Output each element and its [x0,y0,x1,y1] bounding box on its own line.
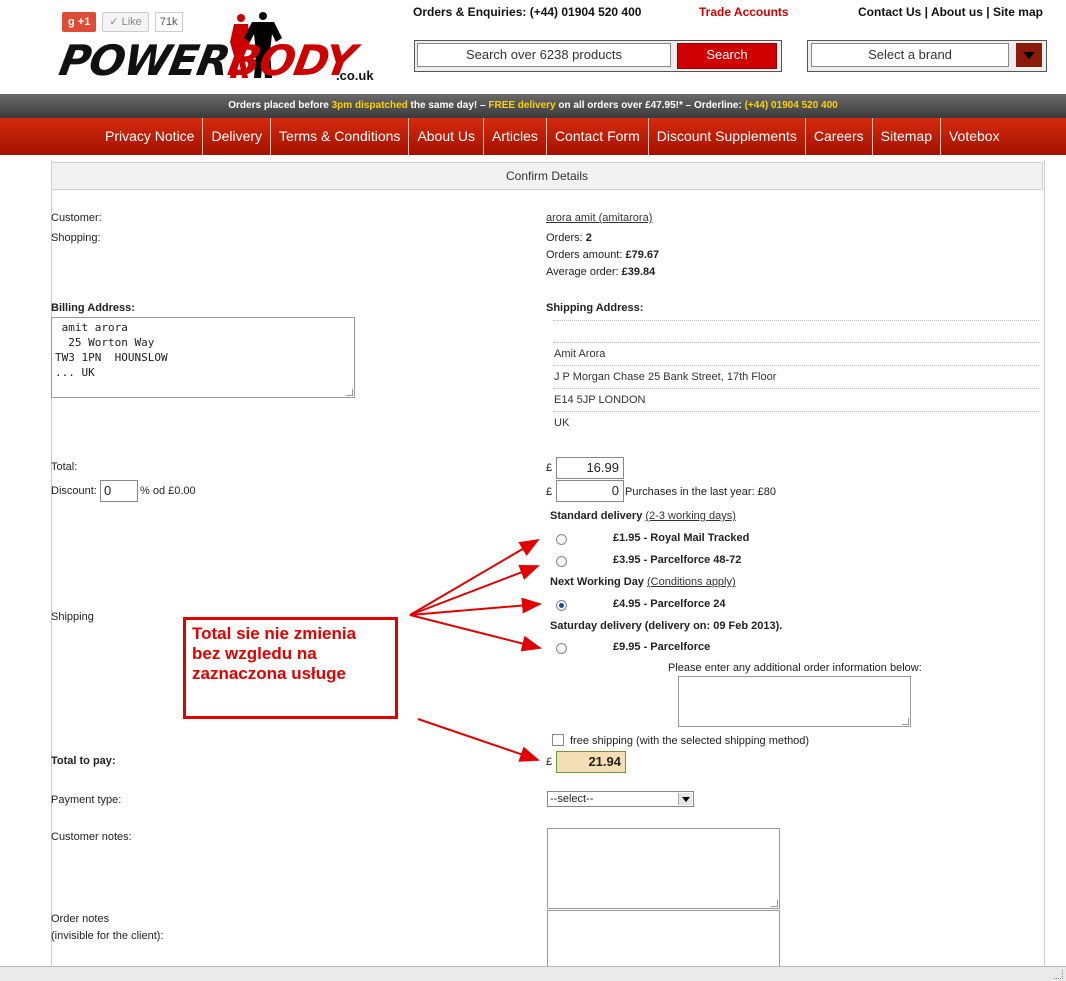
annotation-arrow [409,564,540,616]
annotation-arrow [409,614,542,652]
annotation-arrow [417,718,540,762]
annotation-arrows [409,538,542,762]
annotation-arrow [409,538,540,616]
annotation-arrow [409,597,542,616]
browser-status-bar [0,966,1066,981]
window-resize-grip-icon[interactable] [1054,970,1063,979]
